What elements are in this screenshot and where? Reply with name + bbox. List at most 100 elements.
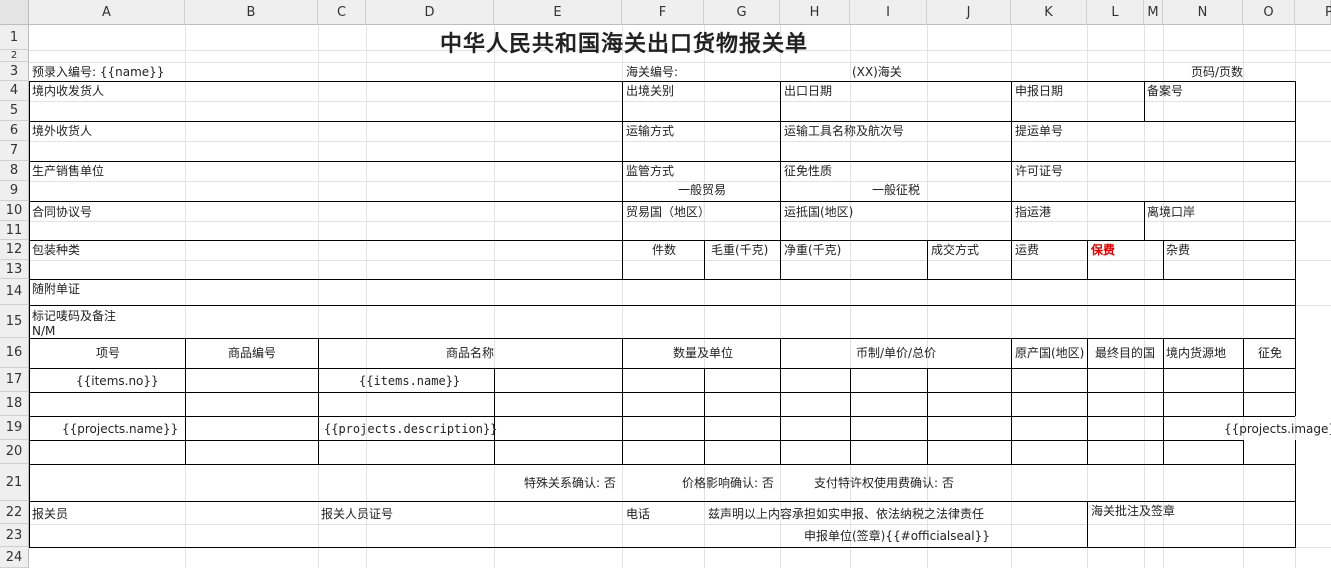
row-header-13[interactable]: 13	[0, 260, 29, 279]
goods-code-header: 商品编号	[228, 346, 277, 360]
row-header-21[interactable]: 21	[0, 464, 29, 501]
projects-name-placeholder: {{projects.name}}	[62, 422, 179, 436]
row-header-24[interactable]: 24	[0, 547, 29, 568]
gross-weight-label: 毛重(千克)	[711, 243, 769, 257]
misc-fees-label: 杂费	[1166, 243, 1191, 257]
price-impact-confirm: 价格影响确认: 否	[682, 476, 774, 490]
column-header-g[interactable]: G	[704, 0, 780, 25]
vehicle-voyage-label: 运输工具名称及航次号	[784, 124, 905, 138]
exit-port-label: 离境口岸	[1147, 205, 1196, 219]
destination-port-label: 指运港	[1015, 205, 1052, 219]
producer-seller-label: 生产销售单位	[32, 164, 105, 178]
declaring-unit-seal: 申报单位(签章){{#officialseal}}	[804, 529, 990, 543]
insurance-label: 保费	[1091, 243, 1116, 257]
record-number-label: 备案号	[1147, 84, 1184, 98]
overseas-consignee-label: 境外收货人	[32, 124, 93, 138]
row-header-11[interactable]: 11	[0, 221, 29, 240]
contract-number-label: 合同协议号	[32, 205, 93, 219]
pre-entry-number: 预录入编号: {{name}}	[32, 65, 165, 79]
select-all-corner[interactable]	[0, 0, 29, 25]
phone-label: 电话	[626, 507, 651, 521]
transaction-mode-label: 成交方式	[931, 243, 980, 257]
row-header-9[interactable]: 9	[0, 181, 29, 201]
column-header-p[interactable]: P	[1295, 0, 1331, 25]
transport-mode-label: 运输方式	[626, 124, 675, 138]
column-header-m[interactable]: M	[1144, 0, 1163, 25]
row-header-17[interactable]: 17	[0, 368, 29, 392]
tax-nature-value: 一般征税	[872, 183, 921, 197]
exit-customs-label: 出境关别	[626, 84, 675, 98]
column-header-k[interactable]: K	[1011, 0, 1087, 25]
pieces-label: 件数	[652, 243, 677, 257]
customs-number-label: 海关编号:	[626, 65, 679, 79]
column-header-e[interactable]: E	[494, 0, 622, 25]
final-destination-header: 最终目的国	[1095, 346, 1156, 360]
column-header-c[interactable]: C	[318, 0, 366, 25]
tax-nature-label: 征免性质	[784, 164, 833, 178]
column-header-b[interactable]: B	[185, 0, 318, 25]
marks-remarks-value: N/M	[32, 324, 56, 338]
items-name-placeholder: {{items.name}}	[359, 374, 461, 388]
column-header-j[interactable]: J	[927, 0, 1011, 25]
freight-label: 运费	[1015, 243, 1040, 257]
projects-description-placeholder: {{projects.description}}	[324, 422, 498, 436]
row-header-19[interactable]: 19	[0, 416, 29, 440]
row-header-3[interactable]: 3	[0, 62, 29, 81]
row-header-16[interactable]: 16	[0, 338, 29, 368]
special-relationship-confirm: 特殊关系确认: 否	[524, 476, 616, 490]
customs-approval-label: 海关批注及签章	[1091, 504, 1176, 518]
bill-of-lading-label: 提运单号	[1015, 124, 1064, 138]
row-header-8[interactable]: 8	[0, 161, 29, 181]
row-header-15[interactable]: 15	[0, 305, 29, 338]
domestic-consignor-label: 境内收发货人	[32, 84, 105, 98]
levy-header: 征免	[1258, 346, 1283, 360]
royalty-payment-confirm: 支付特许权使用费确认: 否	[814, 476, 954, 490]
row-header-6[interactable]: 6	[0, 121, 29, 141]
origin-country-header: 原产国(地区)	[1015, 346, 1085, 360]
declaration-date-label: 申报日期	[1015, 84, 1064, 98]
marks-remarks-label: 标记唛码及备注	[32, 309, 117, 323]
row-header-10[interactable]: 10	[0, 201, 29, 221]
legal-statement: 兹声明以上内容承担如实申报、依法纳税之法律责任	[708, 507, 985, 521]
row-header-12[interactable]: 12	[0, 240, 29, 260]
column-header-h[interactable]: H	[780, 0, 850, 25]
attached-documents-label: 随附单证	[32, 282, 81, 296]
declarant-id-label: 报关人员证号	[321, 507, 394, 521]
column-header-f[interactable]: F	[622, 0, 704, 25]
row-header-1[interactable]: 1	[0, 25, 29, 50]
column-header-i[interactable]: I	[850, 0, 927, 25]
column-header-o[interactable]: O	[1243, 0, 1295, 25]
form-title: 中华人民共和国海关出口货物报关单	[440, 32, 809, 57]
column-header-a[interactable]: A	[29, 0, 185, 25]
trade-country-label: 贸易国（地区）	[626, 205, 711, 219]
row-header-5[interactable]: 5	[0, 101, 29, 121]
currency-price-header: 币制/单价/总价	[856, 346, 937, 360]
domestic-source-header: 境内货源地	[1166, 346, 1227, 360]
declarant-label: 报关员	[32, 507, 69, 521]
row-header-22[interactable]: 22	[0, 501, 29, 524]
quantity-unit-header: 数量及单位	[673, 346, 734, 360]
column-header-d[interactable]: D	[366, 0, 494, 25]
package-type-label: 包装种类	[32, 243, 81, 257]
row-header-23[interactable]: 23	[0, 524, 29, 547]
customs-name: (XX)海关	[852, 65, 902, 79]
net-weight-label: 净重(千克)	[784, 243, 842, 257]
page-count-label: 页码/页数	[1191, 65, 1244, 79]
items-no-placeholder: {{items.no}}	[76, 374, 159, 388]
row-header-4[interactable]: 4	[0, 81, 29, 101]
row-header-7[interactable]: 7	[0, 141, 29, 161]
row-header-2[interactable]: 2	[0, 50, 29, 62]
export-date-label: 出口日期	[784, 84, 833, 98]
projects-image-placeholder: {{projects.image}}	[1224, 422, 1331, 436]
row-header-18[interactable]: 18	[0, 392, 29, 416]
spreadsheet: A B C D E F G H I J K L M N O P 1 2 3 4 …	[0, 0, 1331, 568]
goods-name-header: 商品名称	[446, 346, 495, 360]
supervision-mode-label: 监管方式	[626, 164, 675, 178]
column-header-n[interactable]: N	[1163, 0, 1243, 25]
row-header-14[interactable]: 14	[0, 279, 29, 305]
row-header-20[interactable]: 20	[0, 440, 29, 464]
column-header-l[interactable]: L	[1087, 0, 1144, 25]
license-number-label: 许可证号	[1015, 164, 1064, 178]
supervision-mode-value: 一般贸易	[678, 183, 727, 197]
item-no-header: 项号	[96, 346, 121, 360]
